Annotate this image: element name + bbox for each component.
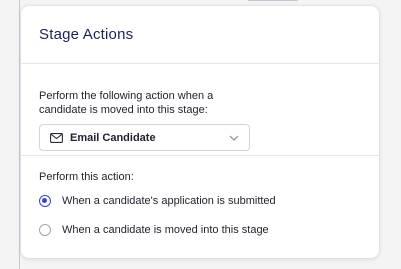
timing-section: Perform this action: When a candidate's …	[21, 156, 379, 236]
background-panel-edge	[19, 0, 20, 269]
dialog-title: Stage Actions	[39, 26, 134, 43]
trigger-label-line-1: Perform the following action when a	[39, 90, 214, 102]
background-divider	[248, 0, 298, 1]
action-section: Perform the following action when a cand…	[21, 64, 379, 156]
option-label: When a candidate is moved into this stag…	[62, 224, 269, 236]
trigger-label-line-2: candidate is moved into this stage:	[39, 104, 208, 116]
radio-application-submitted[interactable]	[39, 195, 51, 207]
dialog-header: Stage Actions	[21, 6, 379, 64]
stage-actions-dialog: Stage Actions Perform the following acti…	[21, 6, 379, 258]
trigger-label: Perform the following action when a cand…	[39, 89, 361, 117]
option-moved-into-stage[interactable]: When a candidate is moved into this stag…	[39, 224, 361, 236]
timing-label: Perform this action:	[39, 171, 134, 183]
chevron-down-icon	[229, 135, 239, 141]
option-application-submitted[interactable]: When a candidate's application is submit…	[39, 195, 361, 207]
radio-moved-into-stage[interactable]	[39, 224, 51, 236]
option-label: When a candidate's application is submit…	[62, 195, 276, 207]
action-select-value: Email Candidate	[70, 131, 156, 144]
mail-icon	[50, 132, 63, 143]
action-select[interactable]: Email Candidate	[39, 124, 250, 151]
